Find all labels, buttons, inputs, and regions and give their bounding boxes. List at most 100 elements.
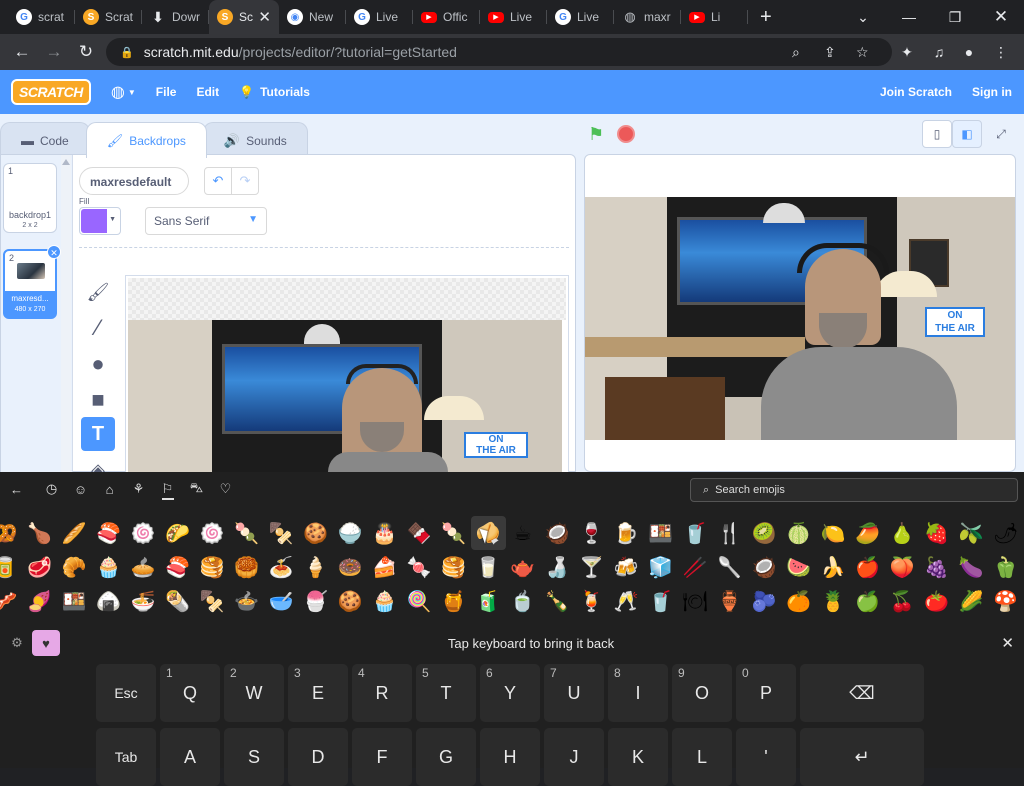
emoji-item[interactable]: 🧁 — [368, 584, 403, 618]
emoji-item[interactable]: 🍴 — [713, 516, 748, 550]
key-⌫[interactable]: ⌫ — [800, 664, 924, 722]
emoji-item[interactable]: 🫑 — [989, 550, 1024, 584]
emoji-item[interactable]: 🥢 — [678, 550, 713, 584]
emoji-item[interactable]: 🍧 — [299, 584, 334, 618]
browser-tab[interactable]: ▶ Li — [681, 0, 748, 34]
key-T[interactable]: 5T — [416, 664, 476, 722]
emoji-item[interactable]: 🍠 — [23, 584, 58, 618]
tab-sounds[interactable]: 🔊 Sounds — [202, 122, 308, 158]
emoji-item[interactable]: 🍏 — [851, 584, 886, 618]
key-L[interactable]: L — [672, 728, 732, 786]
emoji-item[interactable]: 🍺 — [609, 516, 644, 550]
zoom-icon[interactable]: ⌕ — [792, 44, 800, 61]
language-menu[interactable]: ◍ ▼ — [101, 70, 146, 114]
emoji-item[interactable]: 🍈 — [782, 516, 817, 550]
browser-tab[interactable]: G Live — [547, 0, 614, 34]
key-↵[interactable]: ↵ — [800, 728, 924, 786]
key-tab[interactable]: Tab — [96, 728, 156, 786]
emoji-item[interactable]: 🫖 — [506, 550, 541, 584]
emoji-item[interactable]: 🍥 — [126, 516, 161, 550]
emoji-item[interactable]: 🍗 — [23, 516, 58, 550]
key-I[interactable]: 8I — [608, 664, 668, 722]
browser-tab[interactable]: ▶ Offic — [413, 0, 480, 34]
close-window-button[interactable]: ✕ — [978, 0, 1024, 34]
emoji-item[interactable]: 🧃 — [471, 584, 506, 618]
emoji-item[interactable]: 🍄 — [989, 584, 1024, 618]
emoji-item[interactable]: 🍱 — [644, 516, 679, 550]
emoji-item[interactable]: 🍊 — [782, 584, 817, 618]
key-Q[interactable]: 1Q — [160, 664, 220, 722]
forward-button[interactable]: → — [38, 36, 70, 68]
emoji-item[interactable]: ☕ — [506, 516, 541, 550]
key-K[interactable]: K — [608, 728, 668, 786]
key-E[interactable]: 3E — [288, 664, 348, 722]
browser-tab[interactable]: ▶ Live — [480, 0, 547, 34]
tab-code[interactable]: ▬ Code — [0, 122, 90, 158]
emoji-item[interactable]: 🍍 — [816, 584, 851, 618]
sign-in-link[interactable]: Sign in — [962, 70, 1022, 114]
emoji-item[interactable]: 🍌 — [816, 550, 851, 584]
brush-tool-icon[interactable]: 🖌 — [81, 275, 115, 309]
emoji-search-input[interactable]: ⌕ Search emojis — [690, 478, 1018, 502]
emoji-item[interactable]: 🍋 — [816, 516, 851, 550]
emoji-item[interactable]: 🥥 — [747, 550, 782, 584]
emoji-item[interactable]: 🍚 — [333, 516, 368, 550]
emoji-item[interactable]: 🏺 — [713, 584, 748, 618]
emoji-item[interactable]: 🌶 — [989, 516, 1024, 550]
nature-icon[interactable]: ⚘ — [124, 472, 153, 506]
emoji-item[interactable]: 🍝 — [264, 550, 299, 584]
edit-menu[interactable]: Edit — [186, 70, 229, 114]
emoji-item[interactable]: 🍡 — [230, 516, 265, 550]
emoji-item[interactable]: 🥞 — [437, 550, 472, 584]
green-flag-button[interactable]: ⚑ — [588, 124, 608, 144]
key-G[interactable]: G — [416, 728, 476, 786]
emoji-item[interactable]: 🍒 — [885, 584, 920, 618]
close-tab-icon[interactable]: ✕ — [258, 8, 271, 26]
emoji-item[interactable]: 🍡 — [437, 516, 472, 550]
emoji-item[interactable]: 🌽 — [954, 584, 989, 618]
emoji-item[interactable]: 🍩 — [333, 550, 368, 584]
emoji-item[interactable]: 🥞 — [195, 550, 230, 584]
emoji-item[interactable]: 🥩 — [23, 550, 58, 584]
emoji-item[interactable]: 🥤 — [644, 584, 679, 618]
emoji-item[interactable]: 🧊 — [644, 550, 679, 584]
emoji-item[interactable]: 🍙 — [92, 584, 127, 618]
media-control-icon[interactable]: ♫ — [924, 34, 954, 70]
costume-name-field[interactable]: maxresdefault — [79, 167, 189, 195]
extensions-icon[interactable]: ✦ — [892, 34, 922, 70]
travel-icon[interactable]: ⛍ — [182, 472, 211, 506]
emoji-item[interactable]: 🥣 — [264, 584, 299, 618]
emoji-item[interactable]: 🍻 — [609, 550, 644, 584]
emoji-item[interactable]: 🥐 — [57, 550, 92, 584]
emoji-item[interactable]: 🥨 — [0, 516, 23, 550]
stop-button[interactable] — [617, 125, 635, 143]
emoji-item[interactable]: 🍐 — [885, 516, 920, 550]
font-dropdown[interactable]: Sans Serif ▼ — [145, 207, 267, 235]
new-tab-button[interactable]: + — [760, 6, 772, 29]
emoji-item[interactable]: 🍎 — [851, 550, 886, 584]
emoji-item[interactable]: 🍯 — [437, 584, 472, 618]
browser-tab[interactable]: ◉ New — [279, 0, 346, 34]
emoji-item[interactable]: 🍆 — [954, 550, 989, 584]
emoji-item[interactable]: 🌮 — [161, 516, 196, 550]
key-P[interactable]: 0P — [736, 664, 796, 722]
emoji-item[interactable]: 🍦 — [299, 550, 334, 584]
key-esc[interactable]: Esc — [96, 664, 156, 722]
backdrop-item[interactable]: 1 backdrop1 2 x 2 — [3, 163, 57, 233]
minimize-button[interactable]: — — [886, 0, 932, 34]
key-U[interactable]: 7U — [544, 664, 604, 722]
fullscreen-button[interactable]: ⤢ — [986, 120, 1016, 148]
emoji-item[interactable]: 🍵 — [506, 584, 541, 618]
emoji-item[interactable]: 🥂 — [609, 584, 644, 618]
emoji-item[interactable]: 🍰 — [368, 550, 403, 584]
key-D[interactable]: D — [288, 728, 348, 786]
emoji-item[interactable]: 🥓 — [0, 584, 23, 618]
undo-button[interactable]: ↶ — [204, 167, 232, 195]
delete-backdrop-icon[interactable]: ✕ — [47, 245, 61, 259]
backdrop-item-selected[interactable]: 2 ✕ maxresd... 480 x 270 — [3, 245, 61, 319]
back-arrow-icon[interactable]: ← — [2, 472, 31, 506]
key-F[interactable]: F — [352, 728, 412, 786]
bookmark-star-icon[interactable]: ☆ — [856, 44, 869, 61]
emoji-item[interactable]: 🍷 — [575, 516, 610, 550]
key-A[interactable]: A — [160, 728, 220, 786]
